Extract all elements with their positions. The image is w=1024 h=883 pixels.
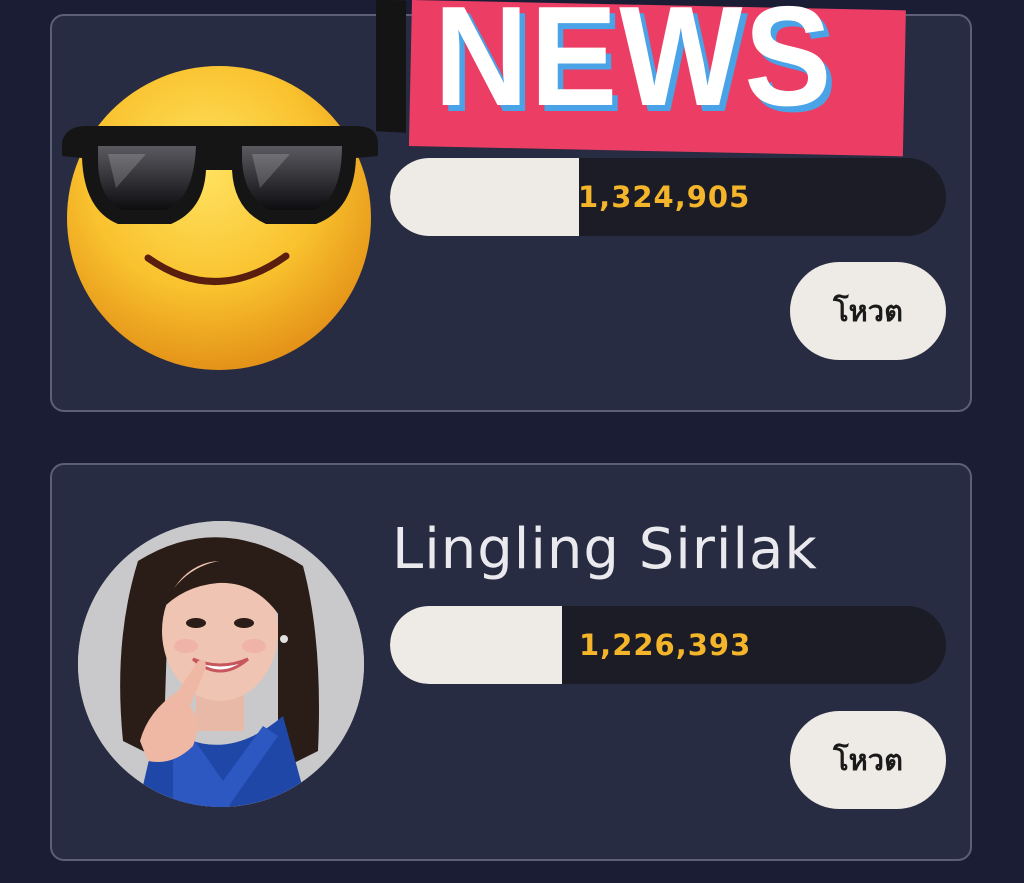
smiling-face-with-sunglasses-icon xyxy=(56,60,384,374)
news-sticker-text: NEWS xyxy=(434,0,834,136)
vote-button[interactable]: โหวต xyxy=(790,711,946,809)
contestant-photo xyxy=(78,521,364,807)
vote-button[interactable]: โหวต xyxy=(790,262,946,360)
vote-progress-fill xyxy=(390,158,579,236)
news-sticker: NEWS xyxy=(374,0,906,157)
avatar xyxy=(78,521,364,807)
contestant-card: Lingling Sirilak 1,226,393 โหวต xyxy=(50,463,972,861)
contestant-name: Lingling Sirilak xyxy=(392,517,818,582)
vote-progress-fill xyxy=(390,606,562,684)
vote-progress-bar: 1,324,905 xyxy=(390,158,946,236)
vote-count: 1,324,905 xyxy=(578,180,751,214)
news-sticker-bar xyxy=(376,0,406,133)
vote-progress-bar: 1,226,393 xyxy=(390,606,946,684)
vote-count: 1,226,393 xyxy=(579,628,752,662)
